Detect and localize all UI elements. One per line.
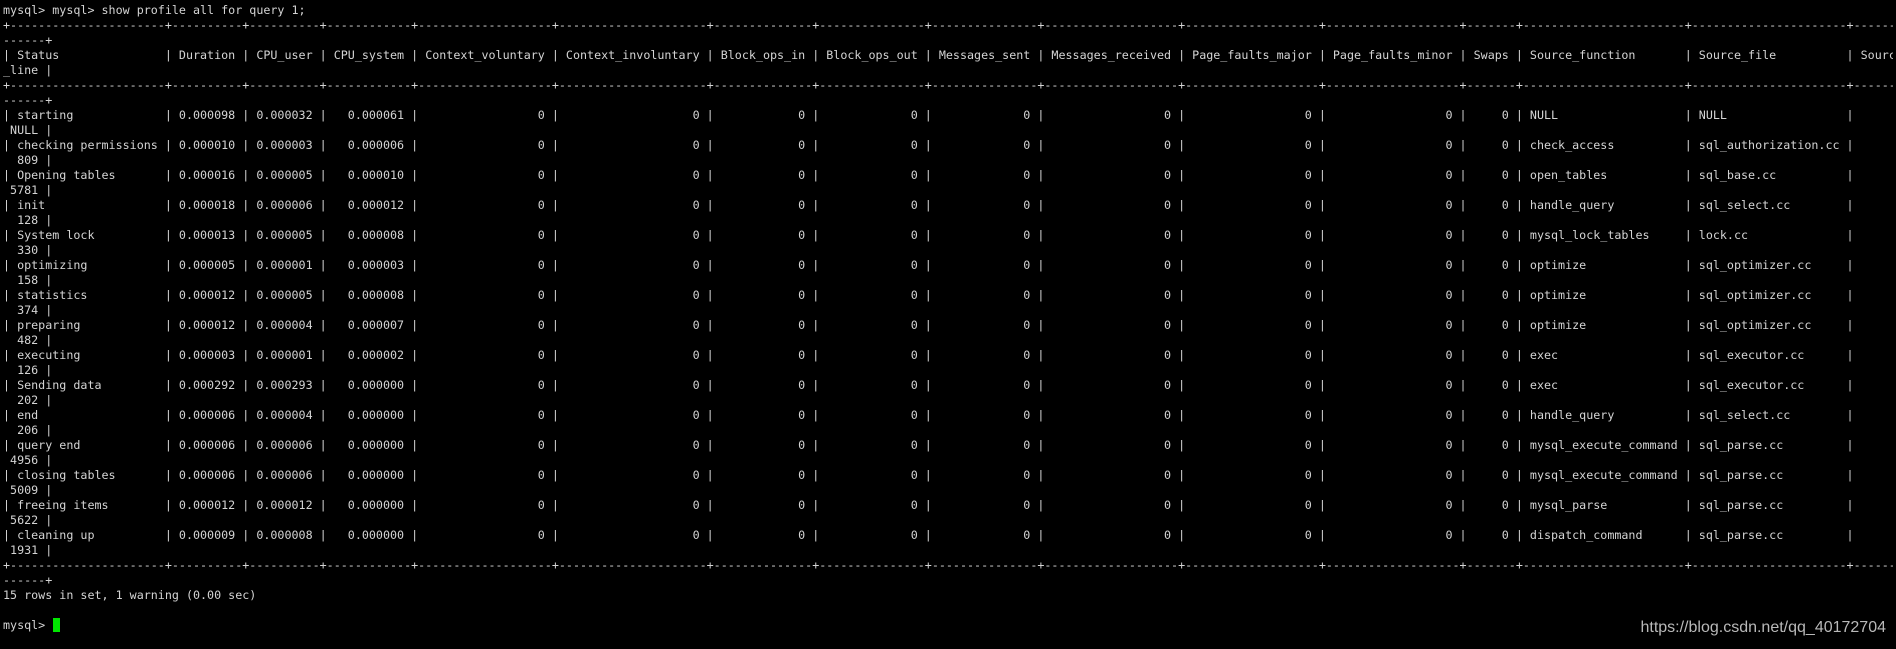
table-row-wrap: NULL | [3, 123, 53, 137]
table-row-wrap: 202 | [3, 393, 53, 407]
table-row: | optimizing | 0.000005 | 0.000001 | 0.0… [3, 258, 1854, 272]
table-row: | freeing items | 0.000012 | 0.000012 | … [3, 498, 1854, 512]
table-row: | checking permissions | 0.000010 | 0.00… [3, 138, 1854, 152]
table-row: | executing | 0.000003 | 0.000001 | 0.00… [3, 348, 1854, 362]
table-row-wrap: 5009 | [3, 483, 53, 497]
table-row-wrap: 809 | [3, 153, 53, 167]
terminal-window[interactable]: mysql> mysql> show profile all for query… [3, 3, 1893, 643]
table-row-wrap: 158 | [3, 273, 53, 287]
table-border: +----------------------+----------+-----… [3, 78, 1893, 92]
table-border-wrap: ------+ [3, 33, 53, 47]
result-summary: 15 rows in set, 1 warning (0.00 sec) [3, 588, 257, 602]
table-row: | query end | 0.000006 | 0.000006 | 0.00… [3, 438, 1854, 452]
table-row: | closing tables | 0.000006 | 0.000006 |… [3, 468, 1854, 482]
table-row-wrap: 5622 | [3, 513, 53, 527]
table-row: | Opening tables | 0.000016 | 0.000005 |… [3, 168, 1854, 182]
table-row: | end | 0.000006 | 0.000004 | 0.000000 |… [3, 408, 1854, 422]
table-row-wrap: 374 | [3, 303, 53, 317]
table-row-wrap: 482 | [3, 333, 53, 347]
table-row-wrap: 4956 | [3, 453, 53, 467]
watermark: https://blog.csdn.net/qq_40172704 [1640, 619, 1886, 636]
table-row-wrap: 126 | [3, 363, 53, 377]
table-row-wrap: 330 | [3, 243, 53, 257]
table-row: | Sending data | 0.000292 | 0.000293 | 0… [3, 378, 1854, 392]
table-row-wrap: 128 | [3, 213, 53, 227]
table-row: | System lock | 0.000013 | 0.000005 | 0.… [3, 228, 1854, 242]
table-header: | Status | Duration | CPU_user | CPU_sys… [3, 48, 1893, 62]
table-border: +----------------------+----------+-----… [3, 18, 1893, 32]
table-row: | starting | 0.000098 | 0.000032 | 0.000… [3, 108, 1854, 122]
table-row-wrap: 5781 | [3, 183, 53, 197]
table-border-wrap: ------+ [3, 93, 53, 107]
table-row-wrap: 206 | [3, 423, 53, 437]
cursor [53, 618, 61, 632]
table-border: +----------------------+----------+-----… [3, 558, 1893, 572]
input-line[interactable]: mysql> [3, 618, 1893, 633]
prompt: mysql> [3, 618, 53, 632]
table-row: | cleaning up | 0.000009 | 0.000008 | 0.… [3, 528, 1854, 542]
table-row: | preparing | 0.000012 | 0.000004 | 0.00… [3, 318, 1854, 332]
table-header-wrap: _line | [3, 63, 53, 77]
command-line: mysql> mysql> show profile all for query… [3, 3, 306, 17]
table-border-wrap: ------+ [3, 573, 53, 587]
table-row: | statistics | 0.000012 | 0.000005 | 0.0… [3, 288, 1854, 302]
table-row: | init | 0.000018 | 0.000006 | 0.000012 … [3, 198, 1854, 212]
table-row-wrap: 1931 | [3, 543, 53, 557]
